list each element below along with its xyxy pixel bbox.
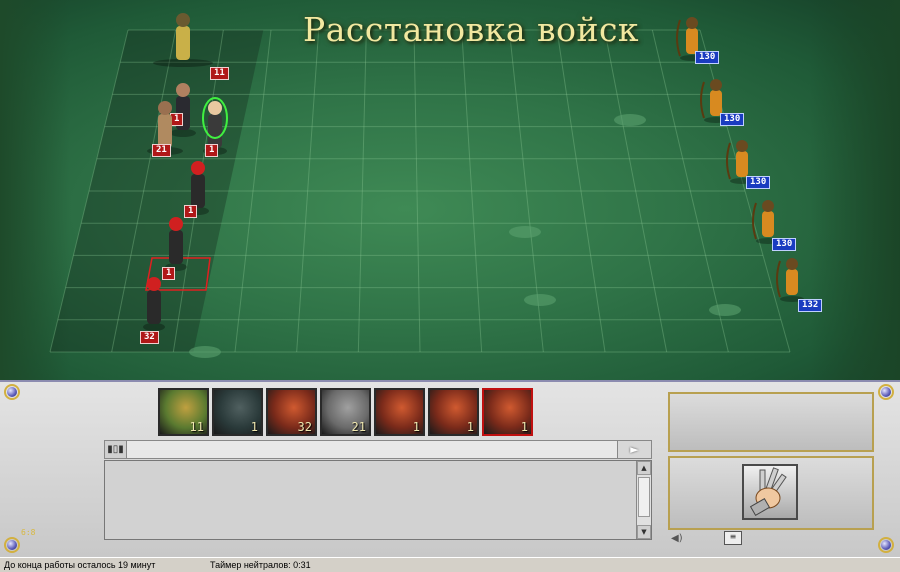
chat-scrollbar[interactable]: ▲ ▼ — [636, 461, 651, 539]
battlefield[interactable]: Расстановка войск 11 1 21 1 1 1 32 130 1… — [0, 0, 900, 380]
enemy-count-badge: 130 — [746, 176, 771, 189]
unit-figure — [153, 13, 213, 67]
queue-slot[interactable]: 1 — [482, 388, 533, 436]
queue-count: 21 — [351, 420, 366, 434]
queue-count: 32 — [297, 420, 312, 434]
status-bar: До конца работы осталось 19 минут Таймер… — [0, 557, 900, 572]
lily-pad — [509, 226, 541, 238]
gauntlet-fist-icon — [749, 467, 787, 517]
unit-count-badge: 32 — [140, 331, 159, 344]
corner-ornament-bl — [4, 537, 22, 555]
attack-button[interactable] — [742, 464, 798, 520]
cell-coords: 6:8 — [21, 528, 36, 537]
unit-info-box — [668, 392, 874, 452]
neutral-timer: Таймер нейтралов: 0:31 — [210, 560, 311, 570]
bottom-panel: 11 1 32 21 1 1 1 ▮▯▮ ► ▲ ▼ ◀) ≡ 6:8 — [0, 380, 900, 557]
lily-pad — [709, 304, 741, 316]
queue-slot[interactable]: 1 — [428, 388, 479, 436]
lily-pad — [614, 114, 646, 126]
chat-input-bar: ▮▯▮ ► — [104, 440, 652, 459]
work-time-left: До конца работы осталось 19 минут — [4, 560, 156, 570]
unit-figure — [143, 277, 165, 331]
enemy-count-badge: 130 — [772, 238, 797, 251]
scroll-down-icon[interactable]: ▼ — [637, 525, 651, 539]
send-button[interactable]: ► — [617, 441, 651, 458]
speaker-icon[interactable]: ◀) — [671, 533, 687, 545]
queue-slot[interactable]: 21 — [320, 388, 371, 436]
enemy-count-badge: 130 — [720, 113, 745, 126]
queue-slot[interactable]: 32 — [266, 388, 317, 436]
queue-slot[interactable]: 11 — [158, 388, 209, 436]
lily-pad — [524, 294, 556, 306]
equalizer-icon[interactable]: ▮▯▮ — [105, 441, 127, 458]
enemy-count-badge: 130 — [695, 51, 720, 64]
queue-count: 1 — [250, 420, 258, 434]
battle-grid[interactable] — [0, 0, 900, 380]
queue-count: 1 — [412, 420, 420, 434]
queue-count: 1 — [520, 420, 528, 434]
send-arrow-icon: ► — [630, 443, 639, 456]
action-box — [668, 456, 874, 530]
corner-ornament-tr — [878, 384, 896, 402]
unit-count-badge: 21 — [152, 144, 171, 157]
queue-count: 11 — [189, 420, 204, 434]
turn-queue: 11 1 32 21 1 1 1 — [158, 388, 533, 438]
queue-slot[interactable]: 1 — [212, 388, 263, 436]
enemy-count-badge: 132 — [798, 299, 823, 312]
archer-figure — [776, 258, 804, 302]
unit-count-badge: 11 — [210, 67, 229, 80]
scroll-up-icon[interactable]: ▲ — [637, 461, 651, 475]
corner-ornament-tl — [4, 384, 22, 402]
lily-pad — [189, 346, 221, 358]
chat-icon[interactable]: ≡ — [724, 531, 742, 545]
queue-count: 1 — [466, 420, 474, 434]
queue-slot[interactable]: 1 — [374, 388, 425, 436]
unit-figure — [165, 217, 187, 271]
phase-title: Расстановка войск — [303, 10, 640, 49]
chat-log[interactable]: ▲ ▼ — [104, 460, 652, 540]
corner-ornament-br — [878, 537, 896, 555]
scroll-thumb[interactable] — [638, 477, 650, 517]
